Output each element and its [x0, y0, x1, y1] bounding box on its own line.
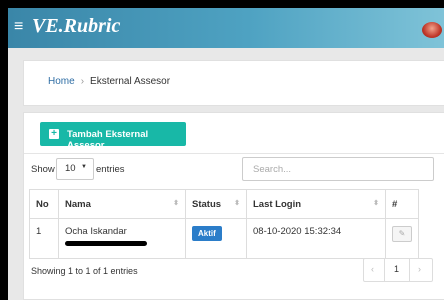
column-header-last-login-label: Last Login	[253, 198, 302, 210]
assessor-table: No Nama ⬍ Status ⬍ Last Login ⬍ # 1 Ocha Is…	[29, 189, 419, 259]
breadcrumb: Home › Eksternal Assesor	[48, 76, 170, 87]
entries-label: entries	[96, 164, 125, 175]
breadcrumb-current: Eksternal Assesor	[90, 76, 171, 87]
sort-icon: ⬍	[234, 200, 240, 207]
column-header-status[interactable]: Status ⬍	[185, 189, 247, 219]
top-navbar: ≡ VE.Rubric	[8, 8, 444, 48]
pagination-divider	[384, 259, 385, 281]
column-header-no[interactable]: No	[29, 189, 59, 219]
pagination-next[interactable]: ›	[418, 264, 421, 274]
add-external-assessor-button[interactable]: + Tambah Eksternal Assesor	[40, 122, 186, 151]
card-divider	[24, 153, 444, 154]
entries-select[interactable]: 10 ▼	[56, 158, 94, 180]
breadcrumb-home-link[interactable]: Home	[48, 76, 75, 87]
pagination-page-1[interactable]: 1	[394, 264, 399, 274]
cell-action: ✎	[385, 218, 419, 259]
cell-nama: Ocha Iskandar	[58, 218, 186, 259]
pagination: ‹ 1 ›	[363, 258, 433, 282]
search-input[interactable]: Search...	[242, 157, 434, 181]
add-button-label: Tambah Eksternal Assesor	[67, 129, 149, 151]
pagination-previous[interactable]: ‹	[371, 264, 374, 274]
caret-down-icon: ▼	[81, 164, 87, 170]
column-header-nama-label: Nama	[65, 198, 91, 210]
table-info: Showing 1 to 1 of 1 entries	[31, 266, 138, 276]
cell-no: 1	[29, 218, 59, 259]
pagination-divider	[409, 259, 410, 281]
column-header-action: #	[385, 189, 419, 219]
cell-last-login: 08-10-2020 15:32:34	[246, 218, 386, 259]
breadcrumb-panel: Home › Eksternal Assesor	[23, 60, 444, 106]
column-header-nama[interactable]: Nama ⬍	[58, 189, 186, 219]
user-avatar[interactable]	[422, 22, 442, 38]
edit-icon[interactable]: ✎	[392, 226, 412, 242]
column-header-status-label: Status	[192, 198, 222, 210]
sort-icon: ⬍	[173, 200, 179, 207]
plus-icon: +	[49, 129, 59, 139]
redacted-email	[65, 241, 147, 246]
menu-icon[interactable]: ≡	[14, 18, 23, 36]
show-label: Show	[31, 164, 55, 175]
entries-value: 10	[65, 163, 76, 174]
search-placeholder: Search...	[253, 164, 292, 175]
sort-icon: ⬍	[373, 200, 379, 207]
cell-nama-text: Ocha Iskandar	[65, 226, 127, 237]
breadcrumb-separator: ›	[80, 76, 85, 87]
cell-status: Aktif	[185, 218, 247, 259]
column-header-last-login[interactable]: Last Login ⬍	[246, 189, 386, 219]
table-row: 1 Ocha Iskandar Aktif 08-10-2020 15:32:3…	[29, 218, 419, 259]
status-badge: Aktif	[192, 226, 222, 241]
table-header-row: No Nama ⬍ Status ⬍ Last Login ⬍ #	[29, 189, 419, 219]
app-title[interactable]: VE.Rubric	[32, 15, 120, 38]
